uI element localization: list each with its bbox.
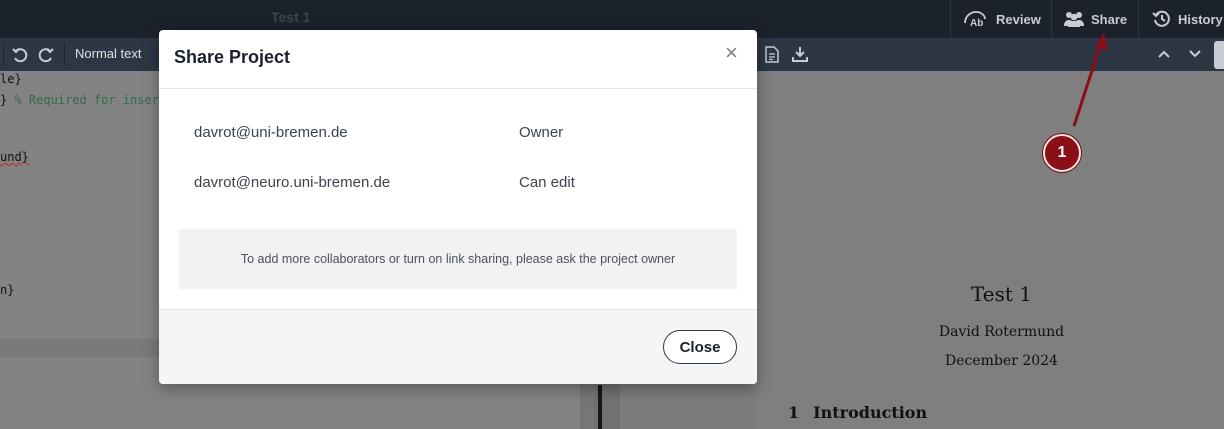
close-icon[interactable]: × — [725, 42, 738, 64]
member-email: davrot@uni-bremen.de — [194, 124, 348, 141]
pdf-section-heading: 1 Introduction — [788, 403, 927, 422]
users-icon — [1064, 12, 1084, 27]
member-email: davrot@neuro.uni-bremen.de — [194, 174, 391, 191]
code-line: } % Required for insert — [0, 93, 166, 107]
share-project-modal: Share Project × davrot@uni-bremen.de Own… — [159, 30, 757, 384]
code-text: n} — [0, 283, 15, 297]
member-role: Owner — [519, 124, 564, 141]
topbar-divider — [1138, 0, 1139, 38]
undo-icon[interactable] — [11, 46, 29, 64]
pdf-title: Test 1 — [970, 282, 1032, 306]
code-text: } — [0, 93, 15, 107]
download-icon[interactable] — [792, 46, 808, 62]
section-title: Introduction — [813, 403, 928, 422]
review-label: Review — [996, 11, 1041, 27]
review-button[interactable]: Ab Review — [950, 0, 1053, 38]
code-line: und} — [0, 150, 29, 164]
toolbar-divider — [3, 43, 4, 65]
history-icon — [1152, 10, 1170, 27]
history-button[interactable]: History — [1140, 0, 1224, 38]
callout-badge: 1 — [1043, 134, 1081, 172]
text-style-select[interactable]: Normal text — [75, 46, 141, 61]
member-role: Can edit — [519, 174, 575, 191]
project-title: Test 1 — [271, 9, 311, 25]
chevron-down-icon[interactable] — [1188, 48, 1202, 60]
share-label: Share — [1091, 11, 1128, 27]
sharing-notice-text: To add more collaborators or turn on lin… — [240, 252, 676, 266]
review-icon: Ab — [964, 11, 986, 29]
close-button[interactable]: Close — [663, 330, 737, 364]
code-text: le} — [0, 72, 22, 86]
redo-icon[interactable] — [37, 46, 55, 64]
pdf-author: David Rotermund — [938, 324, 1065, 340]
modal-footer: Close — [159, 309, 757, 384]
pdf-date: December 2024 — [945, 353, 1058, 369]
code-line: n} — [0, 283, 14, 297]
document-icon[interactable] — [765, 46, 779, 63]
svg-text:Ab: Ab — [970, 18, 983, 29]
pdf-scrollbar[interactable] — [1214, 41, 1224, 69]
modal-header: Share Project × — [159, 30, 757, 89]
sharing-notice: To add more collaborators or turn on lin… — [179, 229, 737, 289]
code-text: und} — [0, 150, 29, 164]
code-line: le} — [0, 72, 22, 86]
pane-divider-handle[interactable] — [598, 385, 602, 429]
code-comment: % Required for insert — [14, 93, 167, 107]
toolbar-divider — [64, 43, 65, 65]
share-button[interactable]: Share — [1051, 0, 1139, 38]
history-label: History — [1178, 11, 1223, 27]
section-number: 1 — [788, 403, 800, 422]
chevron-up-icon[interactable] — [1157, 48, 1171, 60]
modal-title: Share Project — [174, 47, 291, 67]
pdf-page: Test 1 David Rotermund December 2024 1 In… — [757, 71, 1224, 429]
pdf-toolbar — [757, 38, 1224, 71]
